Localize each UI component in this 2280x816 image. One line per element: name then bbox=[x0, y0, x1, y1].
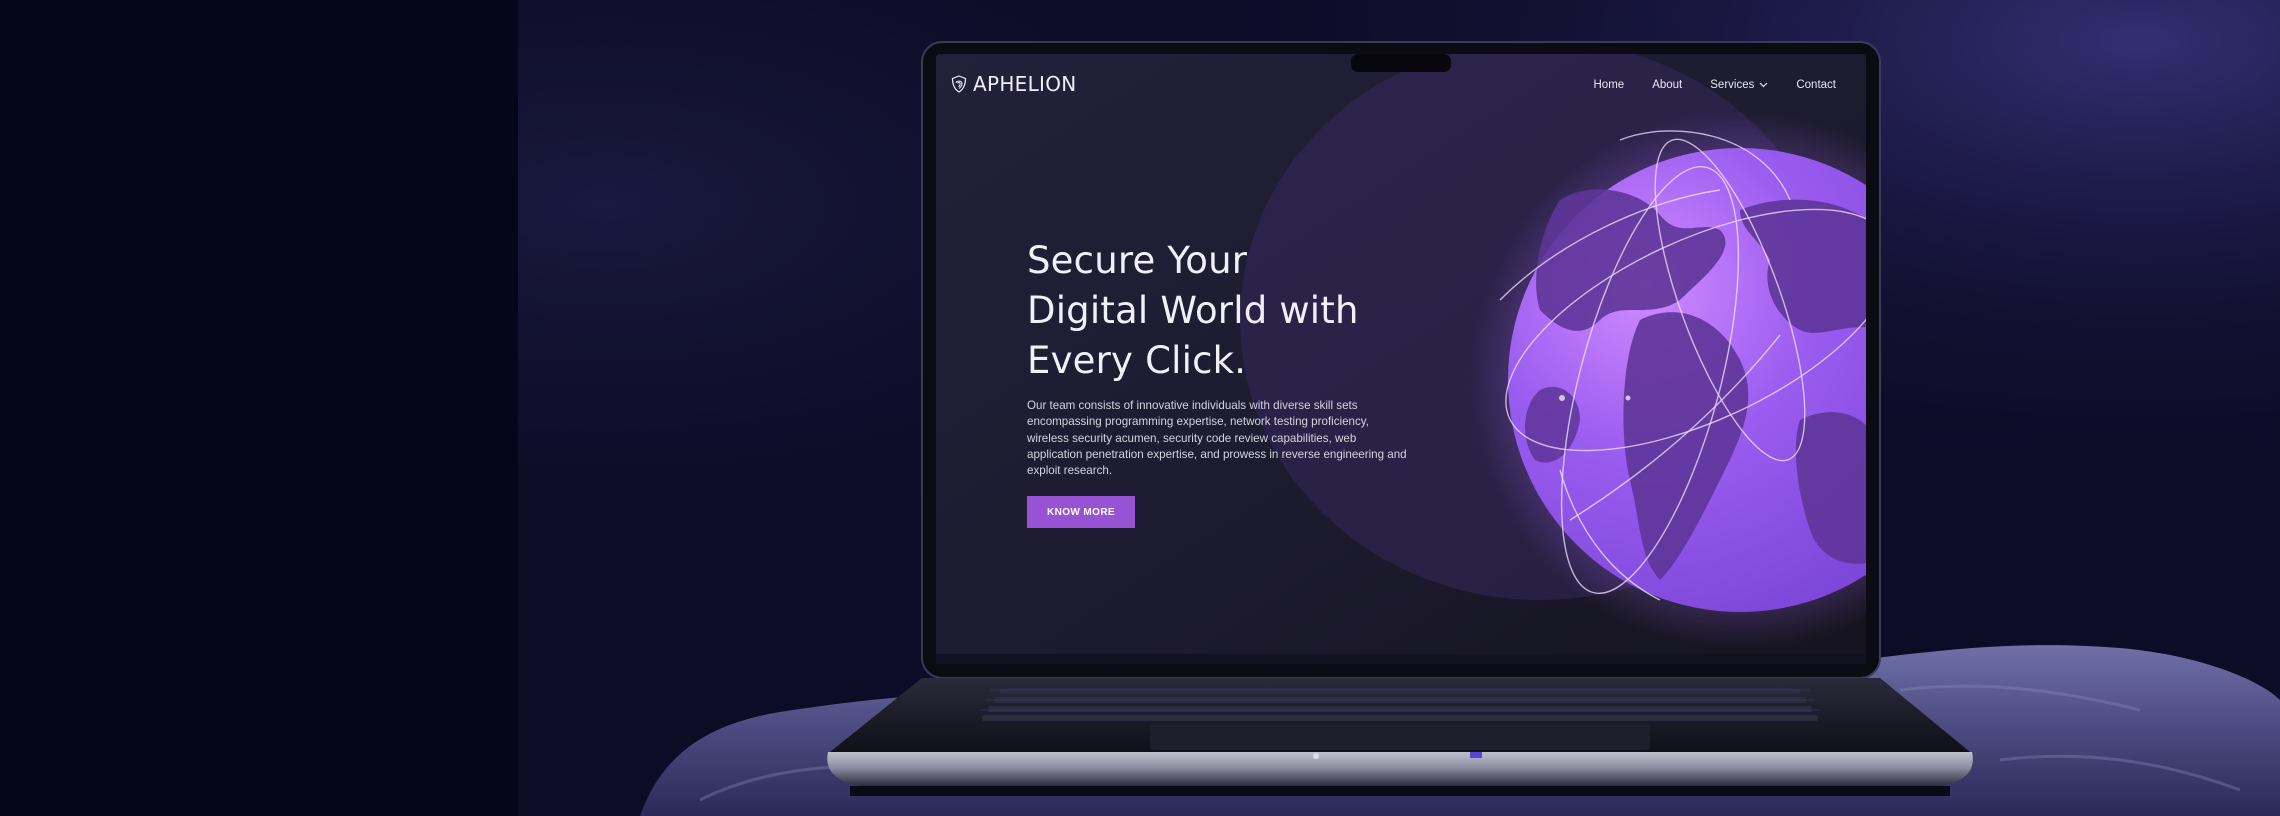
hero-title-line-1: Secure Your bbox=[1027, 239, 1248, 282]
main-nav: Home About Services Contact bbox=[1576, 75, 1837, 95]
nav-services-dropdown[interactable]: Services bbox=[1710, 79, 1768, 91]
hero-title: Secure Your Digital World with Every Cli… bbox=[1027, 236, 1417, 386]
nav-home-link[interactable]: Home bbox=[1594, 79, 1625, 91]
nav-contact-label: Contact bbox=[1796, 79, 1836, 91]
brand-name: APHELION bbox=[973, 72, 1077, 96]
know-more-button[interactable]: KNOW MORE bbox=[1027, 496, 1135, 529]
website-screen: APHELION Home About Services Contact Sec… bbox=[936, 54, 1866, 658]
nav-about-link[interactable]: About bbox=[1652, 79, 1682, 91]
hero-title-line-3: Every Click. bbox=[1027, 339, 1247, 382]
nav-contact-link[interactable]: Contact bbox=[1796, 79, 1836, 91]
hero-description: Our team consists of innovative individu… bbox=[1027, 399, 1407, 478]
fingerprint-shield-icon bbox=[951, 75, 967, 93]
nav-about-label: About bbox=[1652, 79, 1683, 91]
nav-services-label: Services bbox=[1710, 79, 1755, 91]
hero-section: Secure Your Digital World with Every Cli… bbox=[1027, 236, 1417, 529]
hero-title-line-2: Digital World with bbox=[1027, 289, 1359, 332]
chevron-down-icon bbox=[1759, 82, 1768, 88]
nav-home-label: Home bbox=[1593, 79, 1625, 91]
brand-logo[interactable]: APHELION bbox=[951, 70, 1077, 98]
